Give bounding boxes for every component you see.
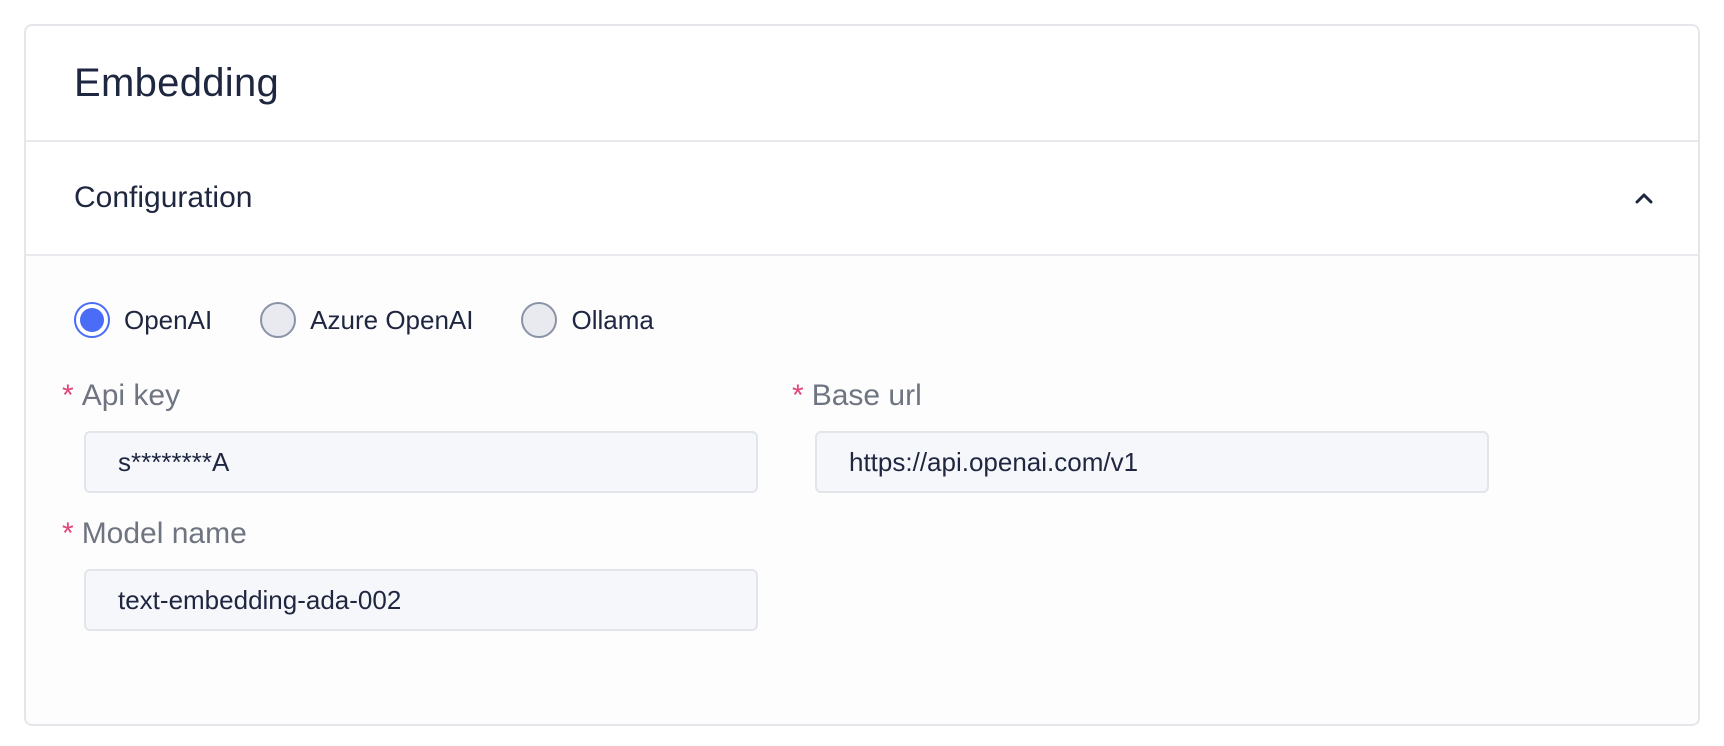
required-marker: *	[62, 517, 74, 550]
required-marker: *	[792, 379, 804, 412]
model-name-label-text: Model name	[81, 517, 247, 550]
radio-label-ollama: Ollama	[571, 304, 654, 335]
base-url-label: * Base url	[792, 378, 922, 414]
radio-button-azure-openai[interactable]	[260, 302, 297, 338]
provider-radio-group: OpenAI Azure OpenAI Ollama	[74, 302, 702, 338]
base-url-field: * Base url	[792, 378, 922, 414]
radio-dot	[80, 308, 104, 332]
radio-button-ollama[interactable]	[521, 302, 558, 338]
required-marker: *	[62, 379, 74, 412]
section-title: Configuration	[74, 181, 253, 214]
configuration-body: OpenAI Azure OpenAI Ollama * Api key * B…	[26, 256, 1698, 724]
api-key-label: * Api key	[62, 378, 180, 414]
api-key-input[interactable]	[84, 431, 758, 493]
configuration-section-header[interactable]: Configuration	[26, 142, 1698, 256]
chevron-up-icon[interactable]	[1632, 186, 1656, 210]
base-url-input[interactable]	[815, 431, 1489, 493]
radio-option-openai[interactable]: OpenAI	[74, 302, 212, 338]
api-key-label-text: Api key	[81, 379, 181, 412]
radio-label-openai: OpenAI	[124, 304, 213, 335]
api-key-field: * Api key	[62, 378, 180, 414]
radio-button-openai[interactable]	[74, 302, 110, 338]
radio-option-ollama[interactable]: Ollama	[521, 302, 654, 338]
card-title: Embedding	[74, 60, 280, 105]
model-name-field: * Model name	[62, 516, 247, 552]
radio-label-azure-openai: Azure OpenAI	[310, 304, 474, 335]
model-name-label: * Model name	[62, 516, 247, 552]
base-url-label-text: Base url	[811, 379, 922, 412]
card-header: Embedding	[26, 26, 1698, 142]
radio-option-azure-openai[interactable]: Azure OpenAI	[260, 302, 473, 338]
model-name-input[interactable]	[84, 569, 758, 631]
embedding-card: Embedding Configuration OpenAI Azure Ope…	[24, 24, 1700, 726]
